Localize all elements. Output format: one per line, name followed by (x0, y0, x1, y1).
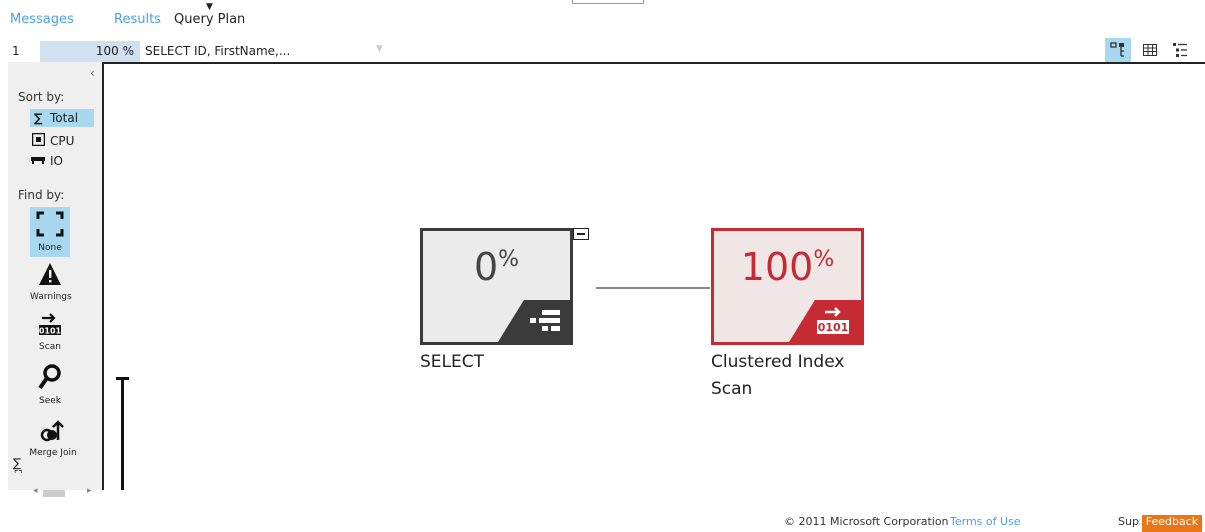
sigma-icon: ∑ (33, 111, 43, 125)
sort-io-button[interactable]: IO (30, 152, 94, 170)
find-merge-join-button[interactable]: Merge Join (24, 418, 82, 458)
node-cost-value: 100 (740, 245, 814, 289)
grid-view-icon (1143, 44, 1157, 56)
sort-total-label: Total (50, 111, 79, 125)
find-none-button[interactable]: None (30, 207, 70, 257)
find-by-label: Find by: (18, 188, 65, 202)
find-none-label: None (38, 243, 62, 253)
sigma-small-icon: ∑ (13, 456, 22, 470)
active-tab-caret-icon: ▼ (206, 2, 213, 12)
sort-io-label: IO (50, 154, 63, 168)
node-cost-symbol: % (813, 247, 835, 272)
plan-node-clustered-index-scan[interactable]: 100% 0101 (711, 228, 864, 345)
node-cost: 100% (714, 245, 861, 289)
feedback-button[interactable]: Feedback (1142, 515, 1202, 532)
node-cost: 0% (423, 245, 570, 289)
tab-results[interactable]: Results (114, 12, 161, 27)
statement-selector[interactable]: 1 100 % SELECT ID, FirstName,... ▼ (8, 41, 388, 62)
frame-small-icon: ⌜⌝ (14, 470, 23, 480)
scroll-right-icon[interactable]: ▸ (87, 486, 92, 496)
footer: © 2011 Microsoft Corporation Terms of Us… (0, 515, 1205, 532)
seek-icon (30, 364, 70, 396)
plan-canvas[interactable] (104, 62, 1205, 492)
statement-number: 1 (12, 44, 20, 58)
copyright: © 2011 Microsoft Corporation (784, 515, 949, 528)
collapse-sidebar-icon[interactable]: ‹ (90, 66, 95, 80)
io-icon (30, 154, 46, 168)
view-toggle-group (1105, 38, 1195, 62)
top-splitter[interactable] (572, 0, 644, 4)
find-seek-button[interactable]: Seek (30, 364, 70, 406)
warning-icon (30, 262, 70, 292)
zoom-slider[interactable] (116, 377, 129, 490)
plan-connector (596, 287, 710, 289)
find-scan-label: Scan (39, 342, 61, 352)
find-scan-button[interactable]: 0101 Scan (30, 312, 70, 352)
node-cost-symbol: % (498, 247, 520, 272)
scroll-thumb[interactable] (43, 490, 65, 497)
sort-total-button[interactable]: ∑ Total (30, 109, 94, 127)
plan-node-select[interactable]: 0% (420, 228, 573, 345)
node-label-line2: Scan (711, 379, 753, 399)
list-view-button[interactable] (1167, 38, 1193, 62)
sort-cpu-button[interactable]: CPU (30, 132, 94, 150)
svg-text:0101: 0101 (818, 321, 849, 334)
sort-by-label: Sort by: (18, 90, 65, 104)
tab-query-plan[interactable]: Query Plan (174, 12, 245, 27)
terms-link[interactable]: Terms of Use (950, 515, 1021, 528)
node-cost-value: 0 (473, 245, 499, 289)
statement-text: SELECT ID, FirstName,... (145, 44, 291, 58)
node-label-clustered-index-scan: Clustered Index Scan (711, 349, 844, 403)
svg-text:0101: 0101 (39, 327, 62, 336)
find-warnings-button[interactable]: Warnings (30, 262, 72, 302)
tree-view-button[interactable] (1105, 38, 1131, 62)
tab-messages[interactable]: Messages (10, 12, 74, 27)
scan-operator-icon: 0101 (789, 300, 861, 342)
node-label-line1: Clustered Index (711, 352, 845, 372)
sidebar-scrollbar[interactable]: ◂ ▸ (33, 486, 93, 497)
node-label-select: SELECT (420, 352, 484, 372)
chevron-down-icon[interactable]: ▼ (376, 44, 383, 54)
cpu-icon (30, 132, 46, 149)
statement-cost-percent: 100 % (40, 41, 140, 62)
find-seek-label: Seek (39, 396, 61, 406)
scan-icon: 0101 (30, 312, 70, 342)
sort-cpu-label: CPU (50, 134, 75, 148)
collapse-node-button[interactable] (573, 228, 589, 240)
result-tabs: Messages Results ▼ Query Plan (0, 0, 1205, 40)
support-id: Support ID: c28c0b40-86c2-2c0a-9724-67b2… (1118, 515, 1140, 528)
find-warnings-label: Warnings (30, 292, 72, 302)
select-operator-icon (498, 300, 570, 342)
list-view-icon (1173, 43, 1187, 57)
tree-view-icon (1110, 42, 1124, 57)
plan-sidebar: ‹ Sort by: ∑ Total CPU IO Find by: None … (8, 62, 104, 497)
merge-join-icon (24, 418, 82, 448)
scroll-left-icon[interactable]: ◂ (33, 486, 38, 496)
grid-view-button[interactable] (1137, 38, 1163, 62)
find-merge-join-label: Merge Join (29, 448, 77, 458)
none-frame-icon (30, 207, 70, 243)
